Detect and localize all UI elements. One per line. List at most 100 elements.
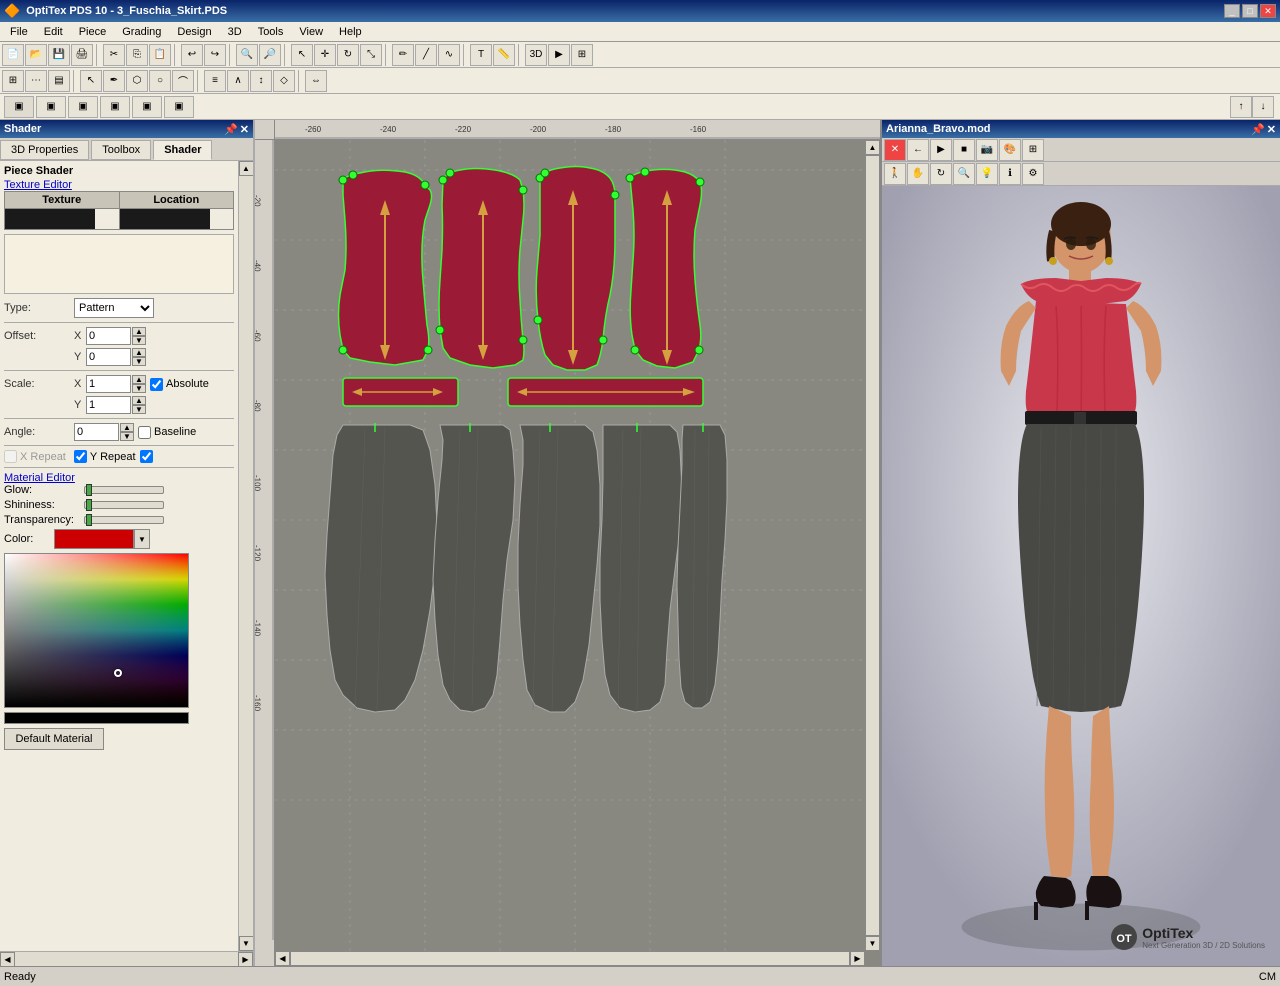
scale-x-input[interactable]	[86, 375, 131, 393]
tab-piece-4[interactable]: ▣	[100, 96, 130, 118]
x-repeat-checkbox[interactable]	[4, 450, 17, 463]
title-bar-buttons[interactable]: _ □ ✕	[1224, 4, 1276, 18]
transparency-slider[interactable]	[84, 516, 164, 524]
tb-dart[interactable]: ◇	[273, 70, 295, 92]
y-repeat-extra-checkbox[interactable]	[140, 450, 153, 463]
tb-circle[interactable]: ○	[149, 70, 171, 92]
glow-slider[interactable]	[84, 486, 164, 494]
tb-print[interactable]: 🖨	[71, 44, 93, 66]
canvas-hscroll-left[interactable]: ◀	[275, 951, 290, 966]
model-tb-pose[interactable]: ✋	[907, 163, 929, 185]
texture-cell[interactable]	[5, 209, 120, 230]
panel-hscroll[interactable]: ◀ ▶	[0, 951, 253, 966]
tb-move[interactable]: ✛	[314, 44, 336, 66]
model-tb-zoom2[interactable]: 🔍	[953, 163, 975, 185]
model-close-icon[interactable]: ✕	[1267, 123, 1276, 136]
tab-toolbox[interactable]: Toolbox	[91, 140, 151, 160]
model-tb-light[interactable]: 💡	[976, 163, 998, 185]
tab-shader[interactable]: Shader	[153, 140, 212, 160]
tb-simulate[interactable]: ▶	[548, 44, 570, 66]
tb-snap[interactable]: ⊞	[571, 44, 593, 66]
canvas-hscroll[interactable]: ◀ ▶	[275, 951, 865, 966]
model-pin-icon[interactable]: 📌	[1251, 123, 1265, 136]
drawing-canvas[interactable]: ▲ ▼ ◀ ▶	[275, 140, 880, 966]
menu-file[interactable]: File	[2, 24, 36, 40]
scale-y-spin[interactable]: ▲ ▼	[132, 396, 146, 414]
model-tb-grid2[interactable]: ⊞	[1022, 139, 1044, 161]
tb-save[interactable]: 💾	[48, 44, 70, 66]
tb-undo[interactable]: ↩	[181, 44, 203, 66]
close-button[interactable]: ✕	[1260, 4, 1276, 18]
model-tb-back[interactable]: ←	[907, 139, 929, 161]
scale-y-input[interactable]	[86, 396, 131, 414]
tb-grain[interactable]: ↕	[250, 70, 272, 92]
tab-piece-6[interactable]: ▣	[164, 96, 194, 118]
shininess-slider[interactable]	[84, 501, 164, 509]
menu-tools[interactable]: Tools	[250, 24, 292, 40]
offset-x-spin[interactable]: ▲ ▼	[132, 327, 146, 345]
scale-x-down[interactable]: ▼	[132, 384, 146, 393]
model-canvas[interactable]: OT OptiTex Next Generation 3D / 2D Solut…	[882, 186, 1280, 966]
type-select[interactable]: Pattern	[74, 298, 154, 318]
color-picker-black-bar[interactable]	[4, 712, 189, 724]
tb-zoom-in[interactable]: 🔍	[236, 44, 258, 66]
tb-extra-2[interactable]: ↓	[1252, 96, 1274, 118]
tab-piece-2[interactable]: ▣	[36, 96, 66, 118]
tab-piece-5[interactable]: ▣	[132, 96, 162, 118]
material-editor-link[interactable]: Material Editor	[4, 472, 234, 484]
scale-y-down[interactable]: ▼	[132, 405, 146, 414]
panel-pin-icon[interactable]: 📌	[224, 123, 238, 136]
offset-x-input[interactable]: 0	[86, 327, 131, 345]
tb-cursor[interactable]: ↖	[80, 70, 102, 92]
menu-edit[interactable]: Edit	[36, 24, 71, 40]
tb-notch[interactable]: ∧	[227, 70, 249, 92]
offset-y-spin[interactable]: ▲ ▼	[132, 348, 146, 366]
tb-copy[interactable]: ⎘	[126, 44, 148, 66]
model-tb-config[interactable]: ⚙	[1022, 163, 1044, 185]
tb-open[interactable]: 📂	[25, 44, 47, 66]
model-tb-rotate2[interactable]: ↻	[930, 163, 952, 185]
tb-scale-tool[interactable]: ⤡	[360, 44, 382, 66]
tb-redo[interactable]: ↪	[204, 44, 226, 66]
color-picker[interactable]	[4, 553, 189, 708]
menu-design[interactable]: Design	[169, 24, 219, 40]
vscroll-up[interactable]: ▲	[239, 161, 254, 176]
offset-y-input[interactable]	[86, 348, 131, 366]
offset-y-up[interactable]: ▲	[132, 348, 146, 357]
hscroll-right[interactable]: ▶	[238, 952, 253, 967]
tb-new[interactable]: 📄	[2, 44, 24, 66]
tb-polygon[interactable]: ⬡	[126, 70, 148, 92]
menu-3d[interactable]: 3D	[220, 24, 250, 40]
scale-x-up[interactable]: ▲	[132, 375, 146, 384]
angle-input[interactable]	[74, 423, 119, 441]
tb-rotate[interactable]: ↻	[337, 44, 359, 66]
color-dropdown-btn[interactable]: ▼	[134, 529, 150, 549]
angle-up[interactable]: ▲	[120, 423, 134, 432]
tb-measure[interactable]: 📏	[493, 44, 515, 66]
hscroll-left[interactable]: ◀	[0, 952, 15, 967]
location-cell[interactable]	[119, 209, 234, 230]
tb-text[interactable]: T	[470, 44, 492, 66]
tab-piece-3[interactable]: ▣	[68, 96, 98, 118]
vscroll-down[interactable]: ▼	[239, 936, 254, 951]
model-tb-camera[interactable]: 📷	[976, 139, 998, 161]
y-repeat-checkbox[interactable]	[74, 450, 87, 463]
maximize-button[interactable]: □	[1242, 4, 1258, 18]
tb-cut[interactable]: ✂	[103, 44, 125, 66]
menu-grading[interactable]: Grading	[114, 24, 169, 40]
tb-select[interactable]: ↖	[291, 44, 313, 66]
tb-mirror[interactable]: ⇔	[305, 70, 327, 92]
tb-bezier[interactable]: ⌒	[172, 70, 194, 92]
tb-pen[interactable]: ✒	[103, 70, 125, 92]
menu-help[interactable]: Help	[331, 24, 370, 40]
offset-x-up[interactable]: ▲	[132, 327, 146, 336]
tb-line[interactable]: ╱	[415, 44, 437, 66]
offset-y-down[interactable]: ▼	[132, 357, 146, 366]
canvas-vscroll[interactable]: ▲ ▼	[865, 140, 880, 951]
color-swatch[interactable]	[54, 529, 134, 549]
panel-vscroll[interactable]: ▲ ▼	[238, 161, 253, 951]
tb-layer[interactable]: ▤	[48, 70, 70, 92]
offset-x-down[interactable]: ▼	[132, 336, 146, 345]
model-tb-x[interactable]: ✕	[884, 139, 906, 161]
tb-zoom-out[interactable]: 🔎	[259, 44, 281, 66]
